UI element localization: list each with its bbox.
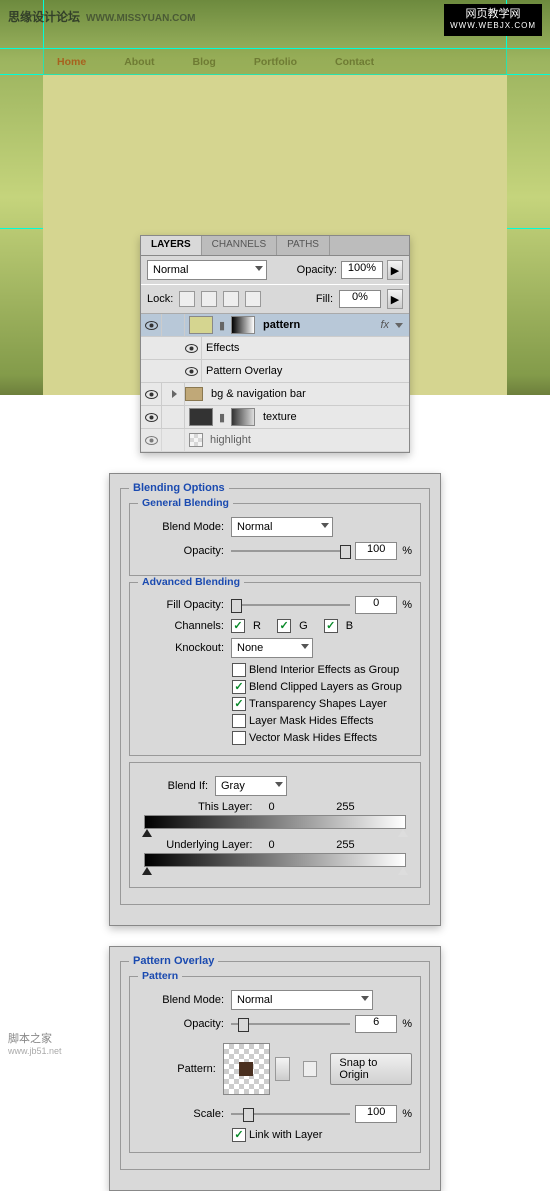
pattern-overlay-fieldset: Pattern Overlay Pattern Blend Mode: Norm…: [120, 961, 430, 1170]
blend-if-select[interactable]: Gray: [215, 776, 287, 796]
opacity-label: Opacity:: [138, 545, 226, 557]
po-scale-slider[interactable]: [231, 1108, 350, 1120]
opacity-flyout[interactable]: ▶: [387, 260, 403, 280]
channel-g-checkbox[interactable]: [277, 619, 291, 633]
nav-about[interactable]: About: [124, 56, 154, 68]
fill-label: Fill:: [316, 293, 333, 305]
layer-highlight[interactable]: highlight: [141, 429, 409, 452]
channel-r-checkbox[interactable]: [231, 619, 245, 633]
folder-icon: [185, 387, 203, 401]
lock-row: Lock: Fill: 0% ▶: [141, 284, 409, 314]
layers-panel: LAYERS CHANNELS PATHS Normal Opacity: 10…: [140, 235, 410, 453]
visibility-icon[interactable]: [141, 383, 162, 405]
pattern-overlay-panel: Pattern Overlay Pattern Blend Mode: Norm…: [109, 946, 441, 1191]
layer-thumb[interactable]: [189, 433, 203, 447]
pattern-label: Pattern:: [138, 1063, 218, 1075]
opacity-input[interactable]: 100: [355, 542, 397, 560]
lock-all-icon[interactable]: [245, 291, 261, 307]
this-layer-track[interactable]: [144, 815, 406, 829]
layer-thumb[interactable]: [189, 408, 213, 426]
general-blending-fieldset: General Blending Blend Mode: Normal Opac…: [129, 503, 421, 576]
blend-interior-checkbox[interactable]: [232, 663, 246, 677]
blending-options-fieldset: Blending Options General Blending Blend …: [120, 488, 430, 905]
knockout-select[interactable]: None: [231, 638, 313, 658]
fx-badge[interactable]: fx: [380, 319, 389, 331]
fill-opacity-input[interactable]: 0: [355, 596, 397, 614]
fill-input[interactable]: 0%: [339, 290, 381, 308]
visibility-icon[interactable]: [141, 429, 162, 451]
blending-options-panel: Blending Options General Blending Blend …: [109, 473, 441, 926]
watermark-bottom-left: 脚本之家 www.jb51.net: [8, 1030, 62, 1056]
this-layer-label: This Layer:: [146, 801, 268, 813]
vector-mask-hides-checkbox[interactable]: [232, 731, 246, 745]
blend-mode-select[interactable]: Normal: [147, 260, 267, 280]
blend-clipped-checkbox[interactable]: [232, 680, 246, 694]
transparency-shapes-checkbox[interactable]: [232, 697, 246, 711]
nav-home[interactable]: Home: [57, 56, 86, 68]
pattern-swatch[interactable]: [223, 1043, 270, 1095]
blend-if-label: Blend If:: [138, 780, 210, 792]
advanced-blending-fieldset: Advanced Blending Fill Opacity: 0 % Chan…: [129, 582, 421, 756]
new-preset-icon[interactable]: [303, 1061, 318, 1077]
snap-to-origin-button[interactable]: Snap to Origin: [330, 1053, 412, 1085]
blend-mode-label: Blend Mode:: [138, 521, 226, 533]
lock-transparency-icon[interactable]: [179, 291, 195, 307]
lock-pixels-icon[interactable]: [201, 291, 217, 307]
visibility-icon[interactable]: [181, 337, 202, 359]
watermark-top-right: 网页教学网 WWW.WEBJX.COM: [444, 4, 542, 36]
blend-mode-label: Blend Mode:: [138, 994, 226, 1006]
fx-effects-row[interactable]: Effects: [141, 337, 409, 360]
pattern-picker-flyout[interactable]: [275, 1057, 290, 1081]
po-opacity-slider[interactable]: [231, 1018, 350, 1030]
visibility-icon[interactable]: [141, 314, 162, 336]
lock-position-icon[interactable]: [223, 291, 239, 307]
mask-thumb[interactable]: [231, 316, 255, 334]
scale-label: Scale:: [138, 1108, 226, 1120]
fill-opacity-slider[interactable]: [231, 599, 350, 611]
link-icon[interactable]: ▮: [217, 319, 227, 332]
folder-toggle-icon[interactable]: [172, 390, 177, 398]
panel-tabs: LAYERS CHANNELS PATHS: [141, 236, 409, 256]
opacity-label: Opacity:: [297, 264, 337, 276]
lock-label: Lock:: [147, 293, 173, 305]
layer-list: ▮ pattern fx Effects Pattern Overlay bg …: [141, 314, 409, 452]
layer-pattern[interactable]: ▮ pattern fx: [141, 314, 409, 337]
tab-channels[interactable]: CHANNELS: [202, 236, 277, 255]
channels-label: Channels:: [138, 620, 226, 632]
link-icon[interactable]: ▮: [217, 411, 227, 424]
po-scale-input[interactable]: 100: [355, 1105, 397, 1123]
blend-mode-select[interactable]: Normal: [231, 517, 333, 537]
fx-pattern-overlay-row[interactable]: Pattern Overlay: [141, 360, 409, 383]
layer-thumb[interactable]: [189, 316, 213, 334]
opacity-input[interactable]: 100%: [341, 261, 383, 279]
po-opacity-input[interactable]: 6: [355, 1015, 397, 1033]
layer-group-bgnav[interactable]: bg & navigation bar: [141, 383, 409, 406]
fx-toggle-icon[interactable]: [395, 323, 403, 328]
tab-paths[interactable]: PATHS: [277, 236, 330, 255]
site-nav: Home About Blog Portfolio Contact: [43, 49, 507, 75]
underlying-track[interactable]: [144, 853, 406, 867]
fill-flyout[interactable]: ▶: [387, 289, 403, 309]
nav-blog[interactable]: Blog: [193, 56, 216, 68]
watermark-top-left: 思缘设计论坛WWW.MISSYUAN.COM: [8, 8, 195, 25]
layer-mask-hides-checkbox[interactable]: [232, 714, 246, 728]
opacity-label: Opacity:: [138, 1018, 226, 1030]
link-with-layer-checkbox[interactable]: [232, 1128, 246, 1142]
layer-texture[interactable]: ▮ texture: [141, 406, 409, 429]
fill-opacity-label: Fill Opacity:: [138, 599, 226, 611]
blend-if-fieldset: Blend If: Gray This Layer:0255 Underlyin…: [129, 762, 421, 888]
knockout-label: Knockout:: [138, 642, 226, 654]
opacity-slider[interactable]: [231, 545, 350, 557]
pattern-fieldset: Pattern Blend Mode: Normal Opacity: 6 % …: [129, 976, 421, 1153]
visibility-icon[interactable]: [181, 360, 202, 382]
po-blend-mode-select[interactable]: Normal: [231, 990, 373, 1010]
nav-portfolio[interactable]: Portfolio: [254, 56, 297, 68]
blend-row: Normal Opacity: 100% ▶: [141, 256, 409, 284]
nav-contact[interactable]: Contact: [335, 56, 374, 68]
underlying-label: Underlying Layer:: [146, 839, 268, 851]
channel-b-checkbox[interactable]: [324, 619, 338, 633]
tab-layers[interactable]: LAYERS: [141, 236, 202, 255]
visibility-icon[interactable]: [141, 406, 162, 428]
mask-thumb[interactable]: [231, 408, 255, 426]
